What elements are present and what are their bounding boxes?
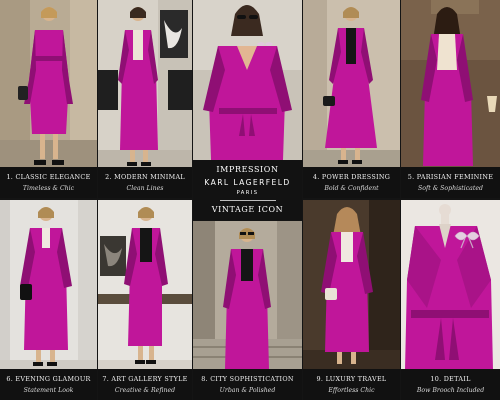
- caption-detail: 10. DETAIL Bow Brooch Included: [401, 369, 500, 400]
- tile-power-dressing: 4. POWER DRESSING Bold & Confident: [303, 0, 400, 198]
- tile-subtitle: Urban & Polished: [219, 387, 276, 394]
- tile-title: 4. POWER DRESSING: [312, 173, 391, 181]
- tile-title: 2. MODERN MINIMAL: [105, 173, 185, 181]
- tile-modern-minimal: 2. MODERN MINIMAL Clean Lines: [98, 0, 192, 198]
- tile-subtitle: Clean Lines: [126, 185, 164, 192]
- tile-title: 9. LUXURY TRAVEL: [316, 375, 387, 383]
- caption-power-dressing: 4. POWER DRESSING Bold & Confident: [303, 167, 400, 198]
- tile-classic-elegance: 1. CLASSIC ELEGANCE Timeless & Chic: [0, 0, 97, 198]
- lookbook-collage: 1. CLASSIC ELEGANCE Timeless & Chic 2. M…: [0, 0, 500, 400]
- caption-evening-glamour: 6. EVENING GLAMOUR Statement Look: [0, 369, 97, 400]
- tile-subtitle: Timeless & Chic: [22, 185, 75, 192]
- brand-city: PARIS: [236, 190, 259, 196]
- tile-subtitle: Bold & Confident: [324, 185, 379, 192]
- photo-hero: [193, 0, 302, 160]
- caption-art-gallery-style: 7. ART GALLERY STYLE Creative & Refined: [98, 369, 192, 400]
- tile-luxury-travel: 9. LUXURY TRAVEL Effortless Chic: [303, 200, 400, 400]
- tile-title: 6. EVENING GLAMOUR: [6, 375, 91, 383]
- tile-subtitle: Creative & Refined: [114, 387, 176, 394]
- impression-title: IMPRESSION: [216, 165, 279, 174]
- caption-luxury-travel: 9. LUXURY TRAVEL Effortless Chic: [303, 369, 400, 400]
- caption-parisian-feminine: 5. PARISIAN FEMININE Soft & Sophisticate…: [401, 167, 500, 198]
- tile-title: 10. DETAIL: [430, 375, 471, 383]
- tile-title: 7. ART GALLERY STYLE: [102, 375, 188, 383]
- center-title-panel: IMPRESSION KARL LAGERFELD PARIS VINTAGE …: [193, 160, 302, 220]
- tile-title: 8. CITY SOPHISTICATION: [201, 375, 294, 383]
- brand-name: KARL LAGERFELD: [204, 178, 291, 187]
- tile-detail: 10. DETAIL Bow Brooch Included: [401, 200, 500, 400]
- tile-art-gallery-style: 7. ART GALLERY STYLE Creative & Refined: [98, 200, 192, 400]
- caption-city-sophistication: 8. CITY SOPHISTICATION Urban & Polished: [193, 369, 302, 400]
- caption-classic-elegance: 1. CLASSIC ELEGANCE Timeless & Chic: [0, 167, 97, 198]
- tile-parisian-feminine: 5. PARISIAN FEMININE Soft & Sophisticate…: [401, 0, 500, 198]
- tile-hero: [193, 0, 302, 160]
- divider: [219, 200, 276, 201]
- tile-subtitle: Statement Look: [23, 387, 74, 394]
- caption-modern-minimal: 2. MODERN MINIMAL Clean Lines: [98, 167, 192, 198]
- vintage-icon-title: VINTAGE ICON: [211, 205, 284, 214]
- tile-evening-glamour: 6. EVENING GLAMOUR Statement Look: [0, 200, 97, 400]
- tile-city-sophistication: 8. CITY SOPHISTICATION Urban & Polished: [193, 221, 302, 400]
- tile-title: 5. PARISIAN FEMININE: [407, 173, 494, 181]
- tile-subtitle: Effortless Chic: [328, 387, 375, 394]
- tile-title: 1. CLASSIC ELEGANCE: [6, 173, 91, 181]
- tile-subtitle: Soft & Sophisticated: [418, 185, 483, 192]
- tile-subtitle: Bow Brooch Included: [416, 387, 485, 394]
